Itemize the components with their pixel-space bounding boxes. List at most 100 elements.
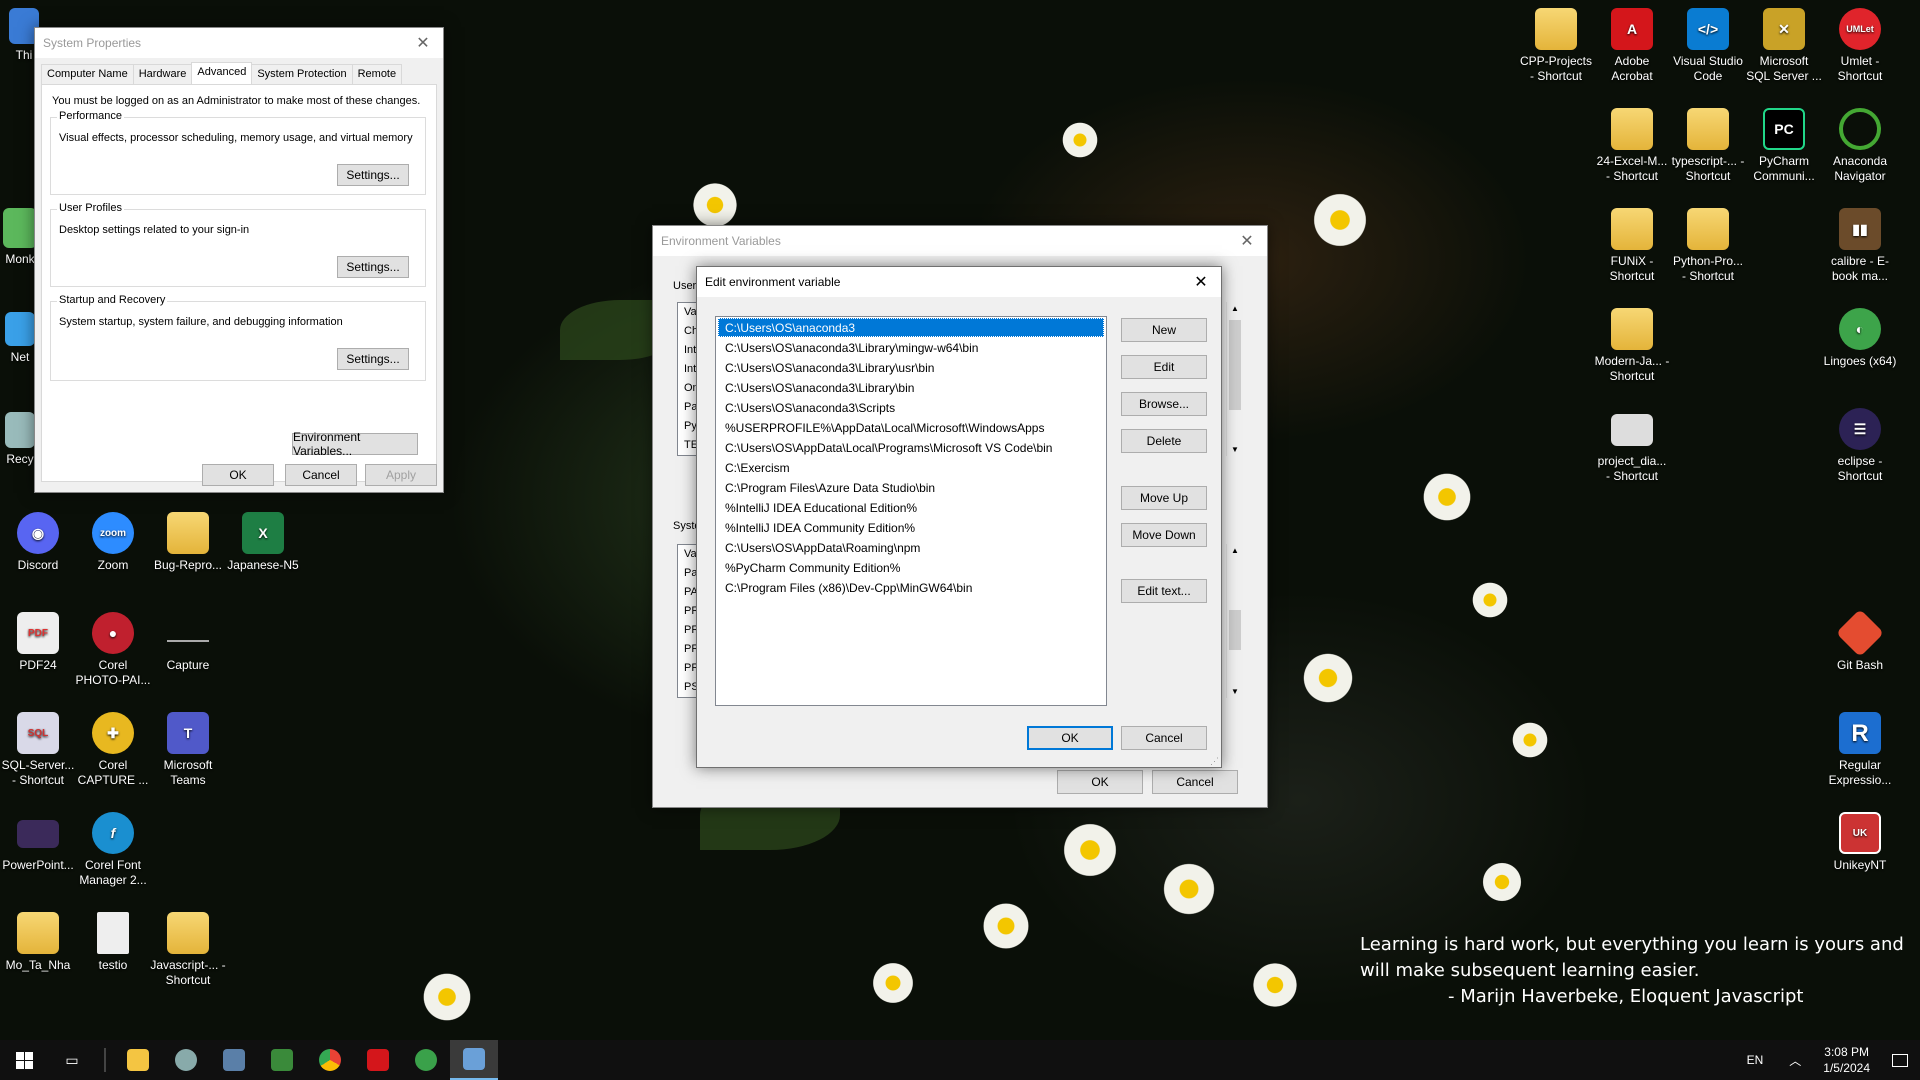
desktop-icon-microsoft-teams[interactable]: T Microsoft Teams xyxy=(150,712,226,788)
delete-button[interactable]: Delete xyxy=(1121,429,1207,453)
taskbar-app-calculator[interactable] xyxy=(210,1040,258,1080)
system-list-scrollbar[interactable]: ▲ ▼ xyxy=(1226,544,1243,698)
taskbar-app-chrome[interactable] xyxy=(306,1040,354,1080)
list-item[interactable]: %PyCharm Community Edition% xyxy=(718,558,1104,577)
ok-button[interactable]: OK xyxy=(1027,726,1113,750)
list-item[interactable]: C:\Program Files (x86)\Dev-Cpp\MinGW64\b… xyxy=(718,578,1104,597)
apply-button[interactable]: Apply xyxy=(365,464,437,486)
language-indicator[interactable]: EN xyxy=(1733,1053,1778,1067)
desktop-icon-umlet[interactable]: UMLet Umlet - Shortcut xyxy=(1822,8,1898,84)
desktop-icon-powerpoint[interactable]: PowerPoint... xyxy=(0,812,76,873)
desktop-icon-24-excel[interactable]: 24-Excel-M... - Shortcut xyxy=(1594,108,1670,184)
desktop-icon-javascript[interactable]: Javascript-... - Shortcut xyxy=(150,912,226,988)
desktop-icon-japanese-n5[interactable]: X Japanese-N5 xyxy=(225,512,301,573)
desktop-icon-funix[interactable]: FUNiX - Shortcut xyxy=(1594,208,1670,284)
resize-grip-icon[interactable]: ⋰ xyxy=(1210,756,1219,767)
desktop-icon-corel-font-manager[interactable]: f Corel Font Manager 2... xyxy=(75,812,151,888)
desktop-icon-typescript[interactable]: typescript-... - Shortcut xyxy=(1670,108,1746,184)
taskbar-app-file-explorer[interactable] xyxy=(114,1040,162,1080)
desktop-icon-vscode[interactable]: </> Visual Studio Code xyxy=(1670,8,1746,84)
tab-remote[interactable]: Remote xyxy=(351,64,403,84)
desktop-icon-calibre[interactable]: ▮▮ calibre - E-book ma... xyxy=(1822,208,1898,284)
clock[interactable]: 3:08 PM 1/5/2024 xyxy=(1813,1044,1880,1076)
desktop-icon-zoom[interactable]: zoom Zoom xyxy=(75,512,151,573)
new-button[interactable]: New xyxy=(1121,318,1207,342)
task-view-button[interactable]: ▭ xyxy=(48,1040,96,1080)
taskbar-app-notepad[interactable] xyxy=(258,1040,306,1080)
list-item[interactable]: C:\Users\OS\anaconda3\Library\mingw-w64\… xyxy=(718,338,1104,357)
tab-hardware[interactable]: Hardware xyxy=(132,64,193,84)
cancel-button[interactable]: Cancel xyxy=(1121,726,1207,750)
close-button[interactable]: ✕ xyxy=(403,28,443,58)
taskbar-app-settings[interactable] xyxy=(162,1040,210,1080)
browse-button[interactable]: Browse... xyxy=(1121,392,1207,416)
desktop-icon-cpp-projects[interactable]: CPP-Projects - Shortcut xyxy=(1518,8,1594,84)
tab-system-protection[interactable]: System Protection xyxy=(251,64,353,84)
scroll-thumb[interactable] xyxy=(1229,320,1241,410)
scroll-down-icon[interactable]: ▼ xyxy=(1231,687,1239,696)
desktop-icon-corel-capture[interactable]: ✚ Corel CAPTURE ... xyxy=(75,712,151,788)
desktop-icon-modern-ja[interactable]: Modern-Ja... - Shortcut xyxy=(1594,308,1670,384)
desktop-icon-regular-expressions[interactable]: R Regular Expressio... xyxy=(1822,712,1898,788)
desktop-icon-pycharm[interactable]: PC PyCharm Communi... xyxy=(1746,108,1822,184)
system-properties-titlebar[interactable]: System Properties ✕ xyxy=(35,28,443,58)
desktop-icon-testio[interactable]: testio xyxy=(75,912,151,973)
list-item[interactable]: C:\Users\OS\anaconda3\Scripts xyxy=(718,398,1104,417)
desktop-icon-bug-repro[interactable]: Bug-Repro... xyxy=(150,512,226,573)
move-up-button[interactable]: Move Up xyxy=(1121,486,1207,510)
environment-variables-button[interactable]: Environment Variables... xyxy=(292,430,418,458)
list-item[interactable]: %IntelliJ IDEA Educational Edition% xyxy=(718,498,1104,517)
scroll-down-icon[interactable]: ▼ xyxy=(1231,445,1239,454)
desktop-icon-unikey[interactable]: UK UnikeyNT xyxy=(1822,812,1898,873)
list-item[interactable]: C:\Users\OS\anaconda3\Library\bin xyxy=(718,378,1104,397)
list-item[interactable]: %IntelliJ IDEA Community Edition% xyxy=(718,518,1104,537)
scroll-thumb[interactable] xyxy=(1229,610,1241,650)
move-down-button[interactable]: Move Down xyxy=(1121,523,1207,547)
list-item[interactable]: C:\Program Files\Azure Data Studio\bin xyxy=(718,478,1104,497)
desktop-icon-anaconda[interactable]: Anaconda Navigator xyxy=(1822,108,1898,184)
desktop-icon-capture[interactable]: Capture xyxy=(150,612,226,673)
list-item[interactable]: C:\Users\OS\anaconda3 xyxy=(718,318,1104,337)
desktop-icon-pdf24[interactable]: PDF PDF24 xyxy=(0,612,76,673)
tab-computer-name[interactable]: Computer Name xyxy=(41,64,134,84)
cancel-button[interactable]: Cancel xyxy=(285,464,357,486)
ok-button[interactable]: OK xyxy=(1057,770,1143,794)
edit-env-titlebar[interactable]: Edit environment variable ✕ xyxy=(697,267,1221,297)
taskbar-app-network[interactable] xyxy=(402,1040,450,1080)
desktop-icon-sql-server[interactable]: SQL SQL-Server... - Shortcut xyxy=(0,712,76,788)
show-hidden-icons-button[interactable]: ︿ xyxy=(1777,1052,1813,1069)
desktop-icon-mo-ta-nha[interactable]: Mo_Ta_Nha xyxy=(0,912,76,973)
start-button[interactable] xyxy=(0,1040,48,1080)
user-list-scrollbar[interactable]: ▲ ▼ xyxy=(1226,302,1243,456)
desktop-icon-lingoes[interactable]: ◐ Lingoes (x64) xyxy=(1822,308,1898,369)
environment-variables-titlebar[interactable]: Environment Variables ✕ xyxy=(653,226,1267,256)
ok-button[interactable]: OK xyxy=(202,464,274,486)
list-item[interactable]: %USERPROFILE%\AppData\Local\Microsoft\Wi… xyxy=(718,418,1104,437)
desktop-icon-adobe-acrobat[interactable]: A Adobe Acrobat xyxy=(1594,8,1670,84)
notifications-button[interactable] xyxy=(1880,1040,1920,1080)
taskbar-app-system-properties[interactable] xyxy=(450,1040,498,1080)
edit-button[interactable]: Edit xyxy=(1121,355,1207,379)
scroll-up-icon[interactable]: ▲ xyxy=(1231,546,1239,555)
list-item[interactable]: C:\Users\OS\AppData\Local\Programs\Micro… xyxy=(718,438,1104,457)
tab-advanced[interactable]: Advanced xyxy=(191,62,253,84)
list-item[interactable]: C:\Users\OS\AppData\Roaming\npm xyxy=(718,538,1104,557)
cancel-button[interactable]: Cancel xyxy=(1152,770,1238,794)
scroll-up-icon[interactable]: ▲ xyxy=(1231,304,1239,313)
close-button[interactable]: ✕ xyxy=(1181,267,1221,297)
desktop-icon-eclipse[interactable]: ☰ eclipse - Shortcut xyxy=(1822,408,1898,484)
list-item[interactable]: C:\Users\OS\anaconda3\Library\usr\bin xyxy=(718,358,1104,377)
desktop-icon-git-bash[interactable]: Git Bash xyxy=(1822,608,1898,673)
list-item[interactable]: C:\Exercism xyxy=(718,458,1104,477)
startup-settings-button[interactable]: Settings... xyxy=(337,348,409,370)
user-profiles-settings-button[interactable]: Settings... xyxy=(337,256,409,278)
taskbar-app-acrobat[interactable] xyxy=(354,1040,402,1080)
desktop-icon-corel-photo-paint[interactable]: ● Corel PHOTO-PAI... xyxy=(75,612,151,688)
desktop-icon-python-pro[interactable]: Python-Pro... - Shortcut xyxy=(1670,208,1746,284)
close-button[interactable]: ✕ xyxy=(1227,226,1267,256)
desktop-icon-project-dia[interactable]: project_dia... - Shortcut xyxy=(1594,408,1670,484)
desktop-icon-sql-server-ms[interactable]: ✕ Microsoft SQL Server ... xyxy=(1746,8,1822,84)
edit-text-button[interactable]: Edit text... xyxy=(1121,579,1207,603)
desktop-icon-discord[interactable]: ◉ Discord xyxy=(0,512,76,573)
performance-settings-button[interactable]: Settings... xyxy=(337,164,409,186)
